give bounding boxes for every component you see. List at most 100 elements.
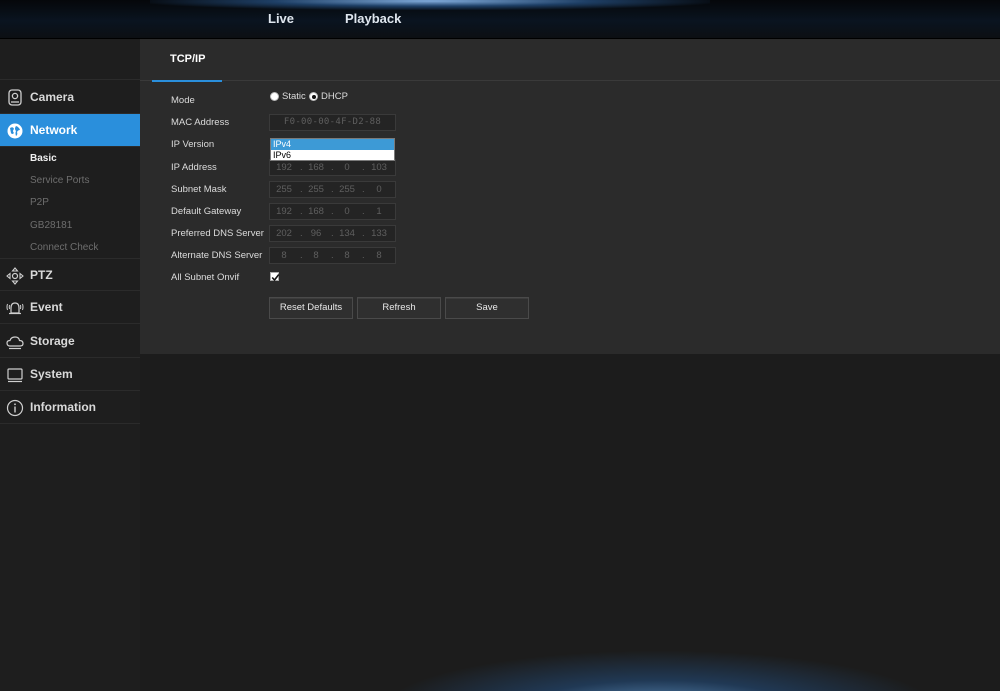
sidebar-item-information[interactable]: Information (0, 391, 140, 424)
ip-separator: . (300, 162, 303, 173)
ip-separator: . (331, 228, 334, 239)
ip-separator: . (300, 184, 303, 195)
mac-address-field: F0-00-00-4F-D2-88 (269, 114, 396, 131)
top-navigation-bar: Live Playback (0, 0, 1000, 39)
sidebar-subitem-basic[interactable]: Basic (30, 153, 57, 164)
sidebar-item-label: System (30, 367, 73, 381)
ip-address-field[interactable]: 192 . 168 . 0 . 103 (269, 159, 396, 176)
sidebar-item-camera[interactable]: Camera (0, 81, 140, 114)
sidebar-item-label: Camera (30, 90, 75, 104)
sidebar-item-event[interactable]: Event (0, 291, 140, 324)
ip-octet[interactable]: 8 (335, 250, 359, 261)
tab-label: TCP/IP (170, 53, 206, 65)
ip-separator: . (362, 162, 365, 173)
tab-active-underline (152, 80, 222, 82)
ip-version-label: IP Version (171, 139, 215, 150)
ip-separator: . (300, 228, 303, 239)
checkmark-icon (271, 274, 280, 282)
mode-dhcp-radio[interactable] (309, 92, 318, 101)
ip-octet[interactable]: 1 (367, 206, 391, 217)
sidebar: Camera Network Basic Service Ports P2P G… (0, 39, 147, 691)
ip-version-option-ipv6[interactable]: IPv6 (271, 150, 394, 161)
preferred-dns-label: Preferred DNS Server (171, 228, 264, 239)
sidebar-subitem-p2p[interactable]: P2P (30, 197, 49, 208)
camera-icon (5, 88, 25, 108)
ip-version-dropdown[interactable]: IPv4 IPv6 (270, 138, 395, 161)
ip-separator: . (331, 206, 334, 217)
ip-octet[interactable]: 168 (304, 206, 328, 217)
ip-octet[interactable]: 103 (367, 162, 391, 173)
sidebar-subitem-service-ports[interactable]: Service Ports (30, 175, 89, 186)
mode-label: Mode (171, 95, 195, 106)
ip-octet[interactable]: 255 (272, 184, 296, 195)
ip-separator: . (362, 228, 365, 239)
default-gateway-label: Default Gateway (171, 206, 242, 217)
ip-version-option-ipv4[interactable]: IPv4 (271, 139, 394, 150)
reset-defaults-button[interactable]: Reset Defaults (269, 297, 353, 319)
ip-octet[interactable]: 255 (304, 184, 328, 195)
network-globe-icon (5, 121, 25, 141)
save-button[interactable]: Save (445, 297, 529, 319)
sidebar-item-label: Storage (30, 334, 75, 348)
sidebar-subitem-connect-check[interactable]: Connect Check (30, 242, 98, 253)
sidebar-divider (0, 79, 140, 80)
sidebar-item-system[interactable]: System (0, 358, 140, 391)
ip-octet[interactable]: 202 (272, 228, 296, 239)
mac-address-label: MAC Address (171, 117, 230, 128)
ip-separator: . (331, 162, 334, 173)
ptz-arrows-icon (5, 266, 25, 286)
subnet-mask-label: Subnet Mask (171, 184, 227, 195)
top-glow-decoration (150, 0, 710, 10)
ip-separator: . (331, 250, 334, 261)
bottom-glow-decoration (380, 650, 940, 691)
alternate-dns-label: Alternate DNS Server (171, 250, 263, 261)
ip-octet[interactable]: 96 (304, 228, 328, 239)
sidebar-item-ptz[interactable]: PTZ (0, 258, 140, 291)
mode-static-radio[interactable] (270, 92, 279, 101)
mac-address-value: F0-00-00-4F-D2-88 (283, 117, 382, 127)
alarm-icon (5, 298, 25, 318)
preferred-dns-field[interactable]: 202 . 96 . 134 . 133 (269, 225, 396, 242)
monitor-icon (5, 365, 25, 385)
tab-bar: TCP/IP (140, 39, 1000, 82)
nav-live[interactable]: Live (268, 11, 294, 26)
ip-separator: . (362, 206, 365, 217)
all-subnet-onvif-label: All Subnet Onvif (171, 272, 240, 283)
ip-separator: . (331, 184, 334, 195)
ip-octet[interactable]: 0 (335, 206, 359, 217)
mode-dhcp-label: DHCP (321, 91, 348, 102)
default-gateway-field[interactable]: 192 . 168 . 0 . 1 (269, 203, 396, 220)
cloud-storage-icon (5, 332, 25, 352)
ip-octet[interactable]: 134 (335, 228, 359, 239)
ip-separator: . (300, 206, 303, 217)
ip-octet[interactable]: 168 (304, 162, 328, 173)
ip-octet[interactable]: 0 (335, 162, 359, 173)
tab-tcpip[interactable]: TCP/IP (152, 39, 222, 82)
alternate-dns-field[interactable]: 8 . 8 . 8 . 8 (269, 247, 396, 264)
sidebar-item-label: Network (30, 123, 78, 137)
ip-separator: . (362, 250, 365, 261)
ip-octet[interactable]: 0 (367, 184, 391, 195)
ip-separator: . (362, 184, 365, 195)
ip-octet[interactable]: 255 (335, 184, 359, 195)
all-subnet-onvif-checkbox[interactable] (270, 272, 280, 282)
ip-separator: . (300, 250, 303, 261)
ip-octet[interactable]: 192 (272, 206, 296, 217)
sidebar-item-label: Information (30, 400, 96, 414)
subnet-mask-field[interactable]: 255 . 255 . 255 . 0 (269, 181, 396, 198)
ip-octet[interactable]: 8 (304, 250, 328, 261)
sidebar-subitem-gb28181[interactable]: GB28181 (30, 220, 72, 231)
ip-address-label: IP Address (171, 162, 217, 173)
ip-octet[interactable]: 8 (367, 250, 391, 261)
ip-octet[interactable]: 8 (272, 250, 296, 261)
refresh-button[interactable]: Refresh (357, 297, 441, 319)
ip-octet[interactable]: 133 (367, 228, 391, 239)
sidebar-item-storage[interactable]: Storage (0, 325, 140, 358)
sidebar-item-network[interactable]: Network (0, 114, 147, 147)
ip-octet[interactable]: 192 (272, 162, 296, 173)
nav-playback[interactable]: Playback (345, 11, 401, 26)
info-icon (5, 398, 25, 418)
mode-static-label: Static (282, 91, 306, 102)
sidebar-item-label: Event (30, 300, 63, 314)
sidebar-item-label: PTZ (30, 268, 53, 282)
